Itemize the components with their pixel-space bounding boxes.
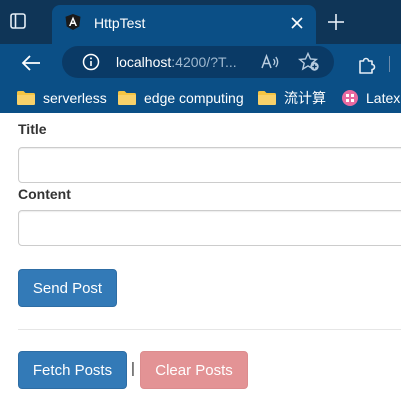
read-aloud-icon[interactable] bbox=[260, 53, 280, 71]
bookmark-latex[interactable]: Latex bbox=[341, 88, 400, 108]
folder-icon bbox=[258, 91, 276, 105]
browser-tab[interactable]: HttpTest bbox=[52, 5, 316, 44]
bookmark-label: 流计算 bbox=[284, 90, 326, 106]
tab-strip: HttpTest bbox=[0, 0, 401, 44]
info-icon[interactable] bbox=[82, 53, 100, 71]
content-input[interactable] bbox=[18, 210, 401, 246]
browser-toolbar: localhost:4200/?T... bbox=[0, 44, 401, 82]
title-input[interactable] bbox=[18, 147, 401, 183]
button-separator: | bbox=[131, 360, 135, 377]
folder-icon bbox=[118, 91, 136, 105]
folder-icon bbox=[17, 91, 35, 105]
bookmark-label: edge computing bbox=[144, 90, 244, 106]
new-tab-icon[interactable] bbox=[326, 12, 346, 32]
window-menu-icon[interactable] bbox=[10, 13, 26, 29]
angular-icon bbox=[64, 13, 82, 31]
site-favicon bbox=[342, 90, 358, 106]
bookmark-label: Latex bbox=[366, 90, 401, 106]
close-icon[interactable] bbox=[290, 16, 304, 30]
bookmark-serverless[interactable]: serverless bbox=[16, 88, 107, 108]
bookmark-label: serverless bbox=[43, 90, 107, 106]
content-label: Content bbox=[18, 186, 71, 202]
address-bar[interactable]: localhost:4200/?T... bbox=[62, 46, 334, 78]
title-label: Title bbox=[18, 121, 47, 137]
url-path: :4200/?T... bbox=[171, 54, 237, 70]
url-text[interactable]: localhost:4200/?T... bbox=[116, 54, 237, 70]
divider bbox=[18, 329, 401, 330]
tab-title: HttpTest bbox=[94, 15, 146, 31]
url-host: localhost bbox=[116, 54, 172, 70]
add-favorite-icon[interactable] bbox=[297, 51, 320, 72]
bookmark-stream-computing[interactable]: 流计算 bbox=[257, 88, 326, 108]
clear-posts-button[interactable]: Clear Posts bbox=[140, 351, 248, 389]
back-arrow-icon[interactable] bbox=[20, 52, 42, 74]
bookmark-edge-computing[interactable]: edge computing bbox=[117, 88, 244, 108]
bookmarks-bar: serverless edge computing 流计算 Latex bbox=[0, 82, 401, 113]
fetch-posts-button[interactable]: Fetch Posts bbox=[18, 351, 127, 389]
extensions-icon[interactable] bbox=[355, 54, 377, 76]
send-post-button[interactable]: Send Post bbox=[18, 269, 117, 307]
toolbar-divider bbox=[389, 56, 390, 72]
